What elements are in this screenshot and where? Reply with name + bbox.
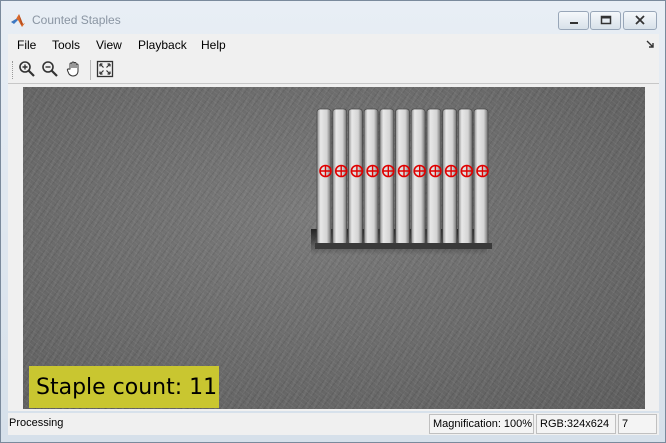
menu-view[interactable]: View [96, 38, 122, 52]
maximize-icon [600, 14, 612, 28]
status-text: Processing [9, 417, 64, 429]
window-title: Counted Staples [32, 13, 121, 27]
menu-playback[interactable]: Playback [138, 38, 187, 52]
staple-marker [319, 164, 332, 178]
staple-marker [366, 164, 379, 178]
menu-file[interactable]: File [17, 38, 36, 52]
staple-marker [444, 164, 458, 178]
pan-button[interactable] [64, 60, 84, 80]
staple-base [315, 243, 492, 249]
frame-number: 7 [618, 414, 657, 434]
pan-hand-icon [65, 60, 83, 81]
minimize-icon [569, 14, 579, 28]
zoom-in-button[interactable] [17, 60, 37, 80]
dock-arrow-icon[interactable] [644, 38, 656, 50]
staple-marker [429, 164, 442, 178]
toolbar-grip [12, 61, 14, 79]
fit-to-window-button[interactable] [95, 60, 115, 80]
staple-marker [334, 164, 348, 178]
zoom-out-icon [41, 60, 59, 81]
toolbar [8, 56, 659, 84]
staple-count-label: Staple count: 11 [29, 366, 219, 408]
staple-marker [413, 164, 427, 178]
staple-marker [460, 164, 474, 178]
minimize-button[interactable] [558, 11, 589, 30]
staple-markers [319, 164, 489, 178]
menu-tools[interactable]: Tools [52, 38, 80, 52]
menu-bar: File Tools View Playback Help [8, 34, 659, 56]
toolbar-separator [90, 60, 91, 80]
fit-to-window-icon [96, 60, 114, 81]
zoom-out-button[interactable] [40, 60, 60, 80]
app-window: Counted Staples File Tools View Playback… [0, 0, 666, 443]
magnification-readout: Magnification: 100% [429, 414, 534, 434]
title-bar[interactable]: Counted Staples [1, 1, 665, 34]
pixel-info-readout: RGB:324x624 [536, 414, 616, 434]
status-bar: Processing Magnification: 100% RGB:324x6… [8, 413, 659, 435]
close-icon [635, 14, 645, 28]
video-frame[interactable]: Staple count: 11 [23, 87, 645, 409]
matlab-icon [10, 12, 26, 28]
staple-marker [350, 164, 364, 178]
staple-marker [476, 164, 489, 178]
close-button[interactable] [623, 11, 657, 30]
staple-marker [397, 164, 411, 178]
menu-help[interactable]: Help [201, 38, 226, 52]
image-viewer: Staple count: 11 [8, 84, 659, 411]
maximize-button[interactable] [590, 11, 621, 30]
staple-marker [381, 164, 395, 178]
staples-image [311, 108, 492, 255]
zoom-in-icon [18, 60, 36, 81]
staple-strip [315, 108, 492, 249]
